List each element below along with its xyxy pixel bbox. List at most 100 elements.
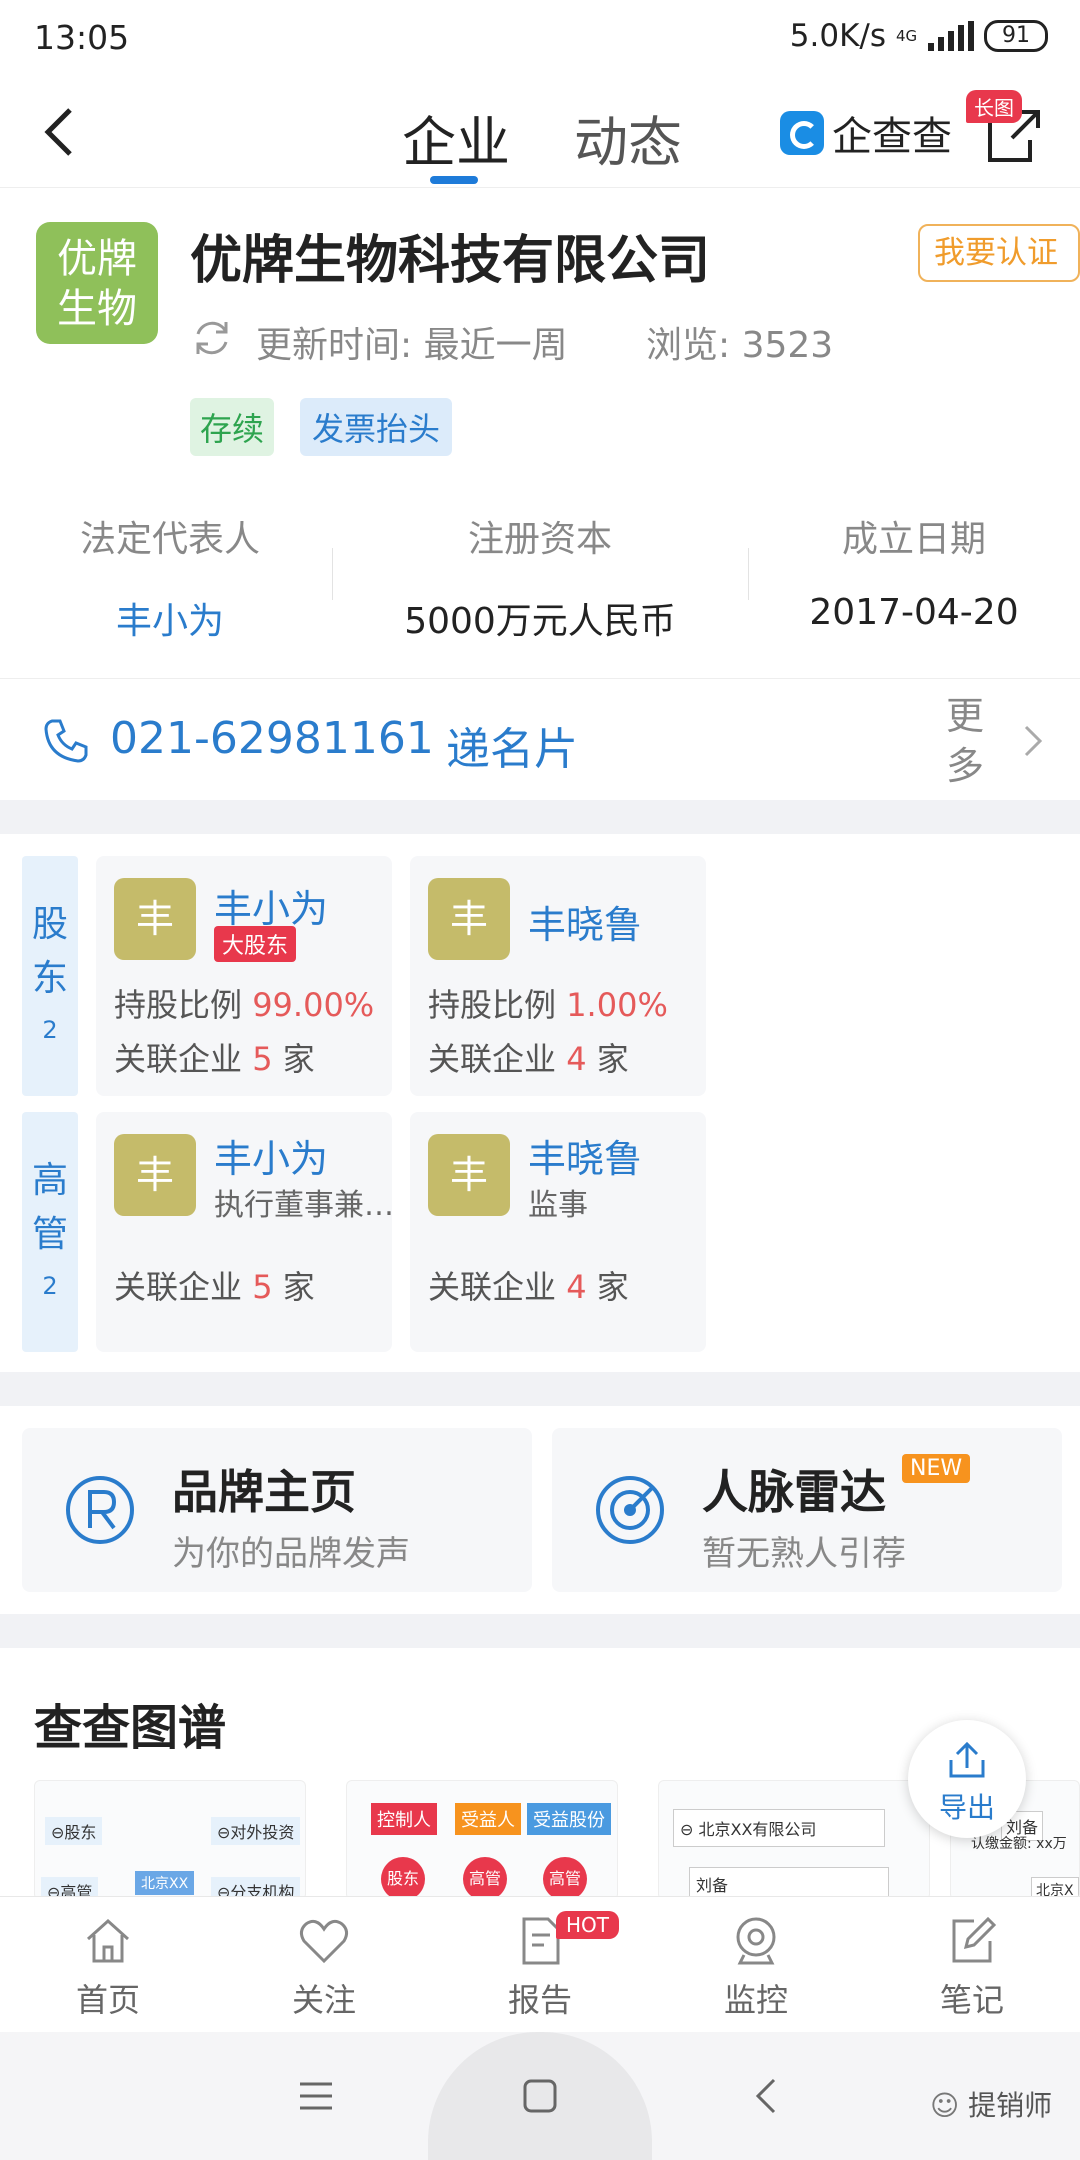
view-count: 浏览: 3523	[646, 325, 834, 366]
watermark-text: 提销师	[968, 2089, 1053, 2122]
divider	[332, 548, 333, 600]
holding-ratio: 持股比例 99.00%	[114, 980, 374, 1026]
more-link[interactable]: 更多	[946, 691, 990, 791]
holding-ratio-label: 持股比例	[428, 986, 557, 1024]
signal-icon	[928, 21, 974, 51]
qichacha-logo: 企查查	[780, 104, 952, 162]
shareholder-card[interactable]: 丰 丰晓鲁 持股比例 1.00% 关联企业 4 家	[410, 856, 706, 1096]
thumb-node: ⊖股东	[45, 1817, 103, 1845]
home-square-icon[interactable]	[522, 2078, 558, 2114]
shareholder-card[interactable]: 丰 丰小为 大股东 持股比例 99.00% 关联企业 5 家	[96, 856, 392, 1096]
back-icon[interactable]	[40, 104, 80, 160]
thumb-node: 受益股份	[527, 1803, 611, 1835]
avatar: 丰	[114, 878, 196, 960]
tab-notes[interactable]: 笔记	[864, 1897, 1080, 2033]
new-badge: NEW	[902, 1454, 971, 1483]
export-button[interactable]: 导出	[908, 1720, 1026, 1838]
capital-value: 5000万元人民币	[404, 601, 676, 642]
executive-role: 执行董事兼…	[214, 1188, 394, 1223]
tab-active-indicator	[430, 176, 478, 184]
associated-label: 关联企业	[114, 1268, 243, 1306]
shareholder-name[interactable]: 丰小为	[214, 878, 328, 933]
section-gap	[0, 800, 1080, 834]
certify-button[interactable]: 我要认证	[918, 224, 1080, 282]
associated-count: 5	[252, 1268, 273, 1306]
chevron-right-icon	[1024, 725, 1043, 757]
tab-dynamic[interactable]: 动态	[574, 98, 682, 177]
shareholder-name[interactable]: 丰晓鲁	[528, 894, 642, 949]
associated-count: 4	[566, 1268, 587, 1306]
radar-icon	[596, 1476, 664, 1544]
tab-home-label: 首页	[75, 1981, 140, 2019]
founded-label: 成立日期	[841, 519, 986, 560]
holding-ratio-value: 1.00%	[566, 986, 668, 1024]
capital-label: 注册资本	[467, 519, 612, 560]
top-nav-bar: 企业 动态 企查查 长图	[0, 76, 1080, 188]
long-image-badge: 长图	[966, 90, 1022, 123]
tab-enterprise[interactable]: 企业	[402, 98, 510, 177]
status-tag: 存续	[190, 398, 275, 456]
controller-graph-thumbnail[interactable]: 控制人 受益人 受益股份 股东 高管 高管	[346, 1780, 618, 1900]
radar-title: 人脉雷达 NEW	[702, 1454, 971, 1522]
legal-rep-value[interactable]: 丰小为	[0, 592, 340, 644]
shareholders-label[interactable]: 股东 2	[22, 856, 78, 1096]
executives-label[interactable]: 高管 2	[22, 1112, 78, 1352]
upload-icon	[949, 1741, 985, 1778]
menu-icon[interactable]	[298, 2080, 334, 2112]
refresh-icon	[196, 321, 228, 355]
avatar: 丰	[114, 1134, 196, 1216]
founded-value: 2017-04-20	[809, 592, 1019, 633]
equity-graph-thumbnail[interactable]: ⊖股东 ⊖对外投资 ⊖高管 北京XX ⊖分支机构	[34, 1780, 306, 1900]
company-logo-text: 优牌 生物	[57, 236, 137, 332]
avatar: 丰	[428, 878, 510, 960]
section-gap	[0, 1614, 1080, 1648]
associated-unit: 家	[596, 1268, 629, 1306]
tab-monitor-label: 监控	[723, 1981, 788, 2019]
relation-graph-thumbnail[interactable]: ⊖ 北京XX有限公司 刘备	[658, 1780, 930, 1900]
associated-label: 关联企业	[428, 1268, 557, 1306]
associated-unit: 家	[596, 1040, 629, 1078]
contact-row: 021-62981161 递名片 更多	[0, 678, 1080, 800]
tab-home[interactable]: 首页	[0, 1897, 216, 2033]
tab-notes-label: 笔记	[939, 1981, 1004, 2019]
home-icon	[86, 1918, 130, 1963]
executive-role: 监事	[528, 1188, 588, 1223]
status-bar: 13:05 5.0K/s 4G 91	[0, 0, 1080, 76]
invoice-tag[interactable]: 发票抬头	[300, 398, 453, 456]
founded-block: 成立日期 2017-04-20	[744, 510, 1080, 633]
hot-badge: HOT	[556, 1911, 619, 1939]
thumb-circle-node: 股东	[381, 1857, 425, 1899]
executive-card[interactable]: 丰 丰晓鲁 监事 关联企业 4 家	[410, 1112, 706, 1352]
executive-name[interactable]: 丰小为	[214, 1128, 328, 1183]
update-time: 更新时间: 最近一周	[256, 325, 568, 366]
associated-companies: 关联企业 4 家	[428, 1262, 629, 1308]
associated-companies: 关联企业 4 家	[428, 1034, 629, 1080]
legal-rep-label: 法定代表人	[79, 519, 260, 560]
executive-card[interactable]: 丰 丰小为 执行董事兼… 关联企业 5 家	[96, 1112, 394, 1352]
associated-label: 关联企业	[428, 1040, 557, 1078]
associated-count: 5	[252, 1040, 273, 1078]
holding-ratio: 持股比例 1.00%	[428, 980, 668, 1026]
thumb-node: 认缴金额: xx万	[971, 1836, 1067, 1852]
watermark: ☺ 提销师	[930, 2084, 1052, 2124]
phone-icon[interactable]	[40, 715, 92, 767]
contact-radar-card[interactable]: 人脉雷达 NEW 暂无熟人引荐	[552, 1428, 1062, 1592]
edit-note-icon	[952, 1916, 997, 1963]
executives-label-text: 高管	[32, 1160, 69, 1255]
thumb-center-node: 北京XX	[135, 1871, 195, 1895]
graph-section-title: 查查图谱	[34, 1700, 227, 1756]
thumb-node: ⊖对外投资	[211, 1817, 301, 1845]
back-triangle-icon[interactable]	[754, 2076, 778, 2116]
camera-icon	[736, 1917, 776, 1965]
tab-follow[interactable]: 关注	[216, 1897, 432, 2033]
company-logo: 优牌 生物	[36, 222, 158, 344]
tab-monitor[interactable]: 监控	[648, 1897, 864, 2033]
executive-name[interactable]: 丰晓鲁	[528, 1128, 642, 1183]
company-name: 优牌生物科技有限公司	[190, 231, 711, 291]
tab-follow-label: 关注	[291, 1981, 356, 2019]
associated-unit: 家	[282, 1040, 315, 1078]
holding-ratio-value: 99.00%	[252, 986, 375, 1024]
brand-homepage-card[interactable]: 品牌主页 为你的品牌发声	[22, 1428, 532, 1592]
send-card-link[interactable]: 递名片	[446, 713, 578, 777]
phone-number[interactable]: 021-62981161	[110, 713, 434, 764]
